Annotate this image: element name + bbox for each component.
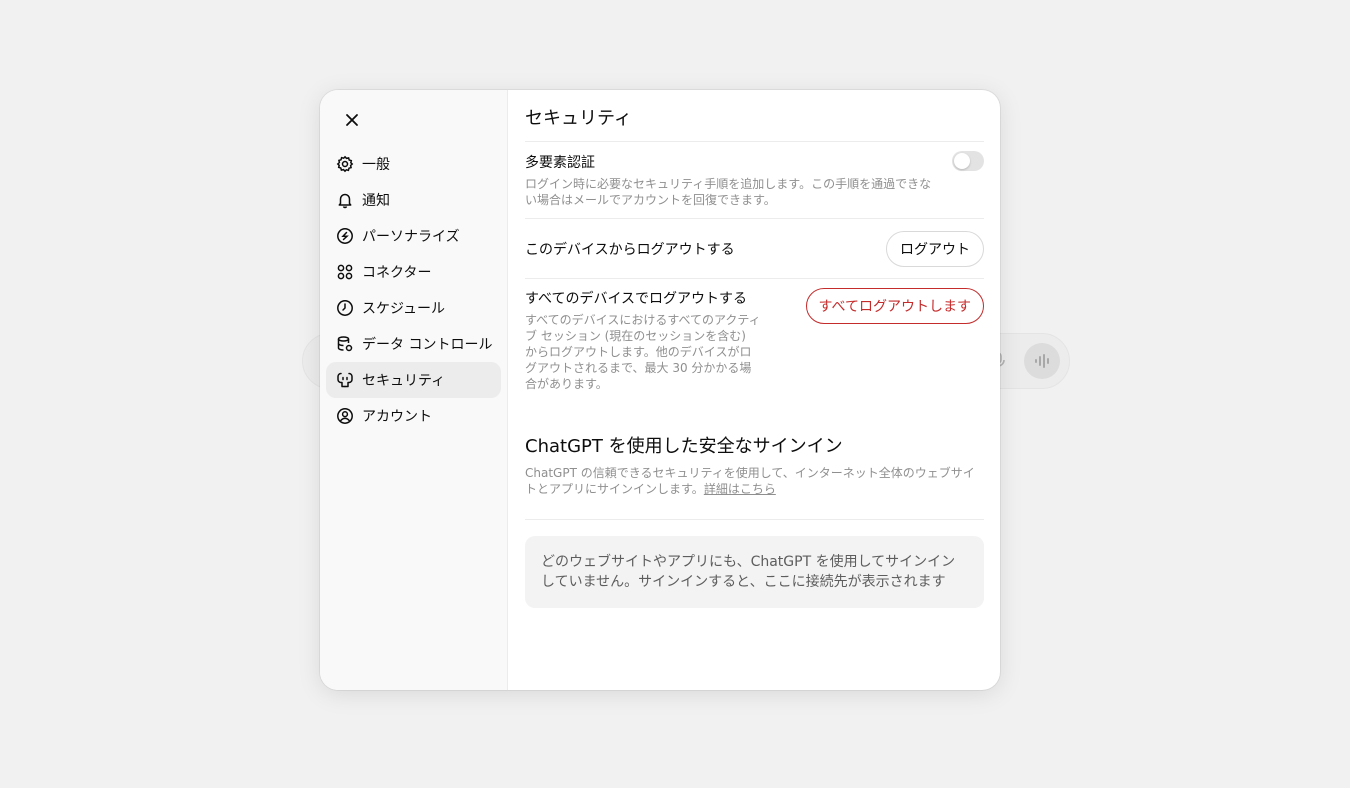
account-icon (336, 407, 354, 425)
connectors-icon (336, 263, 354, 281)
logout-all-label: すべてのデバイスでログアウトする (525, 291, 748, 307)
clock-icon (336, 299, 354, 317)
secure-signin-section: ChatGPT を使用した安全なサインイン ChatGPT の信頼できるセキュリ… (525, 407, 984, 520)
gear-icon (336, 155, 354, 173)
secure-signin-description: ChatGPT の信頼できるセキュリティを使用して、インターネット全体のウェブサ… (525, 465, 984, 497)
voice-mode-icon (1024, 343, 1060, 379)
mfa-row: 多要素認証 ログイン時に必要なセキュリティ手順を追加します。この手順を通過できな… (525, 142, 984, 219)
sidebar-item-notifications[interactable]: 通知 (326, 182, 501, 218)
sidebar-item-schedule[interactable]: スケジュール (326, 290, 501, 326)
personalize-icon (336, 227, 354, 245)
database-gear-icon (336, 335, 354, 353)
sidebar-item-personalize[interactable]: パーソナライズ (326, 218, 501, 254)
sidebar-item-label: 一般 (362, 157, 390, 173)
sidebar-item-label: アカウント (362, 409, 432, 425)
close-button[interactable] (336, 104, 368, 136)
sidebar-item-connectors[interactable]: コネクター (326, 254, 501, 290)
sidebar-item-label: スケジュール (362, 301, 446, 317)
bell-icon (336, 191, 354, 209)
mfa-description: ログイン時に必要なセキュリティ手順を追加します。この手順を通過できない場合はメー… (525, 177, 932, 207)
sidebar-item-data-controls[interactable]: データ コントロール (326, 326, 501, 362)
sidebar-item-label: セキュリティ (362, 373, 446, 389)
shield-icon (336, 371, 354, 389)
logout-all-description: すべてのデバイスにおけるすべてのアクティブ セッション (現在のセッションを含む… (525, 313, 761, 391)
sidebar-item-label: 通知 (362, 193, 390, 209)
sidebar-item-security[interactable]: セキュリティ (326, 362, 501, 398)
learn-more-link[interactable]: 詳細はこちら (704, 482, 776, 496)
sidebar-item-account[interactable]: アカウント (326, 398, 501, 434)
logout-button[interactable]: ログアウト (886, 230, 984, 267)
settings-sidebar: 一般 通知 パーソナライズ コネクター スケジュール データ コントロール セキ… (320, 90, 508, 690)
mfa-label: 多要素認証 (525, 155, 595, 171)
logout-device-label: このデバイスからログアウトする (525, 241, 735, 258)
page-title: セキュリティ (525, 90, 984, 142)
mfa-toggle[interactable] (952, 151, 984, 171)
logout-all-button[interactable]: すべてログアウトします (805, 288, 984, 324)
close-icon (346, 114, 358, 126)
toggle-knob (954, 153, 970, 169)
sidebar-item-label: パーソナライズ (362, 229, 460, 245)
sidebar-item-label: データ コントロール (362, 337, 493, 353)
logout-all-row: すべてのデバイスでログアウトする すべてのデバイスにおけるすべてのアクティブ セ… (525, 279, 984, 407)
connections-empty-state: どのウェブサイトやアプリにも、ChatGPT を使用してサインインしていません。… (525, 536, 984, 608)
sidebar-item-label: コネクター (362, 265, 432, 281)
sidebar-item-general[interactable]: 一般 (326, 146, 501, 182)
settings-modal: 一般 通知 パーソナライズ コネクター スケジュール データ コントロール セキ… (320, 90, 1000, 690)
settings-content: セキュリティ 多要素認証 ログイン時に必要なセキュリティ手順を追加します。この手… (508, 90, 1000, 690)
logout-device-row: このデバイスからログアウトする ログアウト (525, 219, 984, 279)
secure-signin-title: ChatGPT を使用した安全なサインイン (525, 436, 843, 457)
